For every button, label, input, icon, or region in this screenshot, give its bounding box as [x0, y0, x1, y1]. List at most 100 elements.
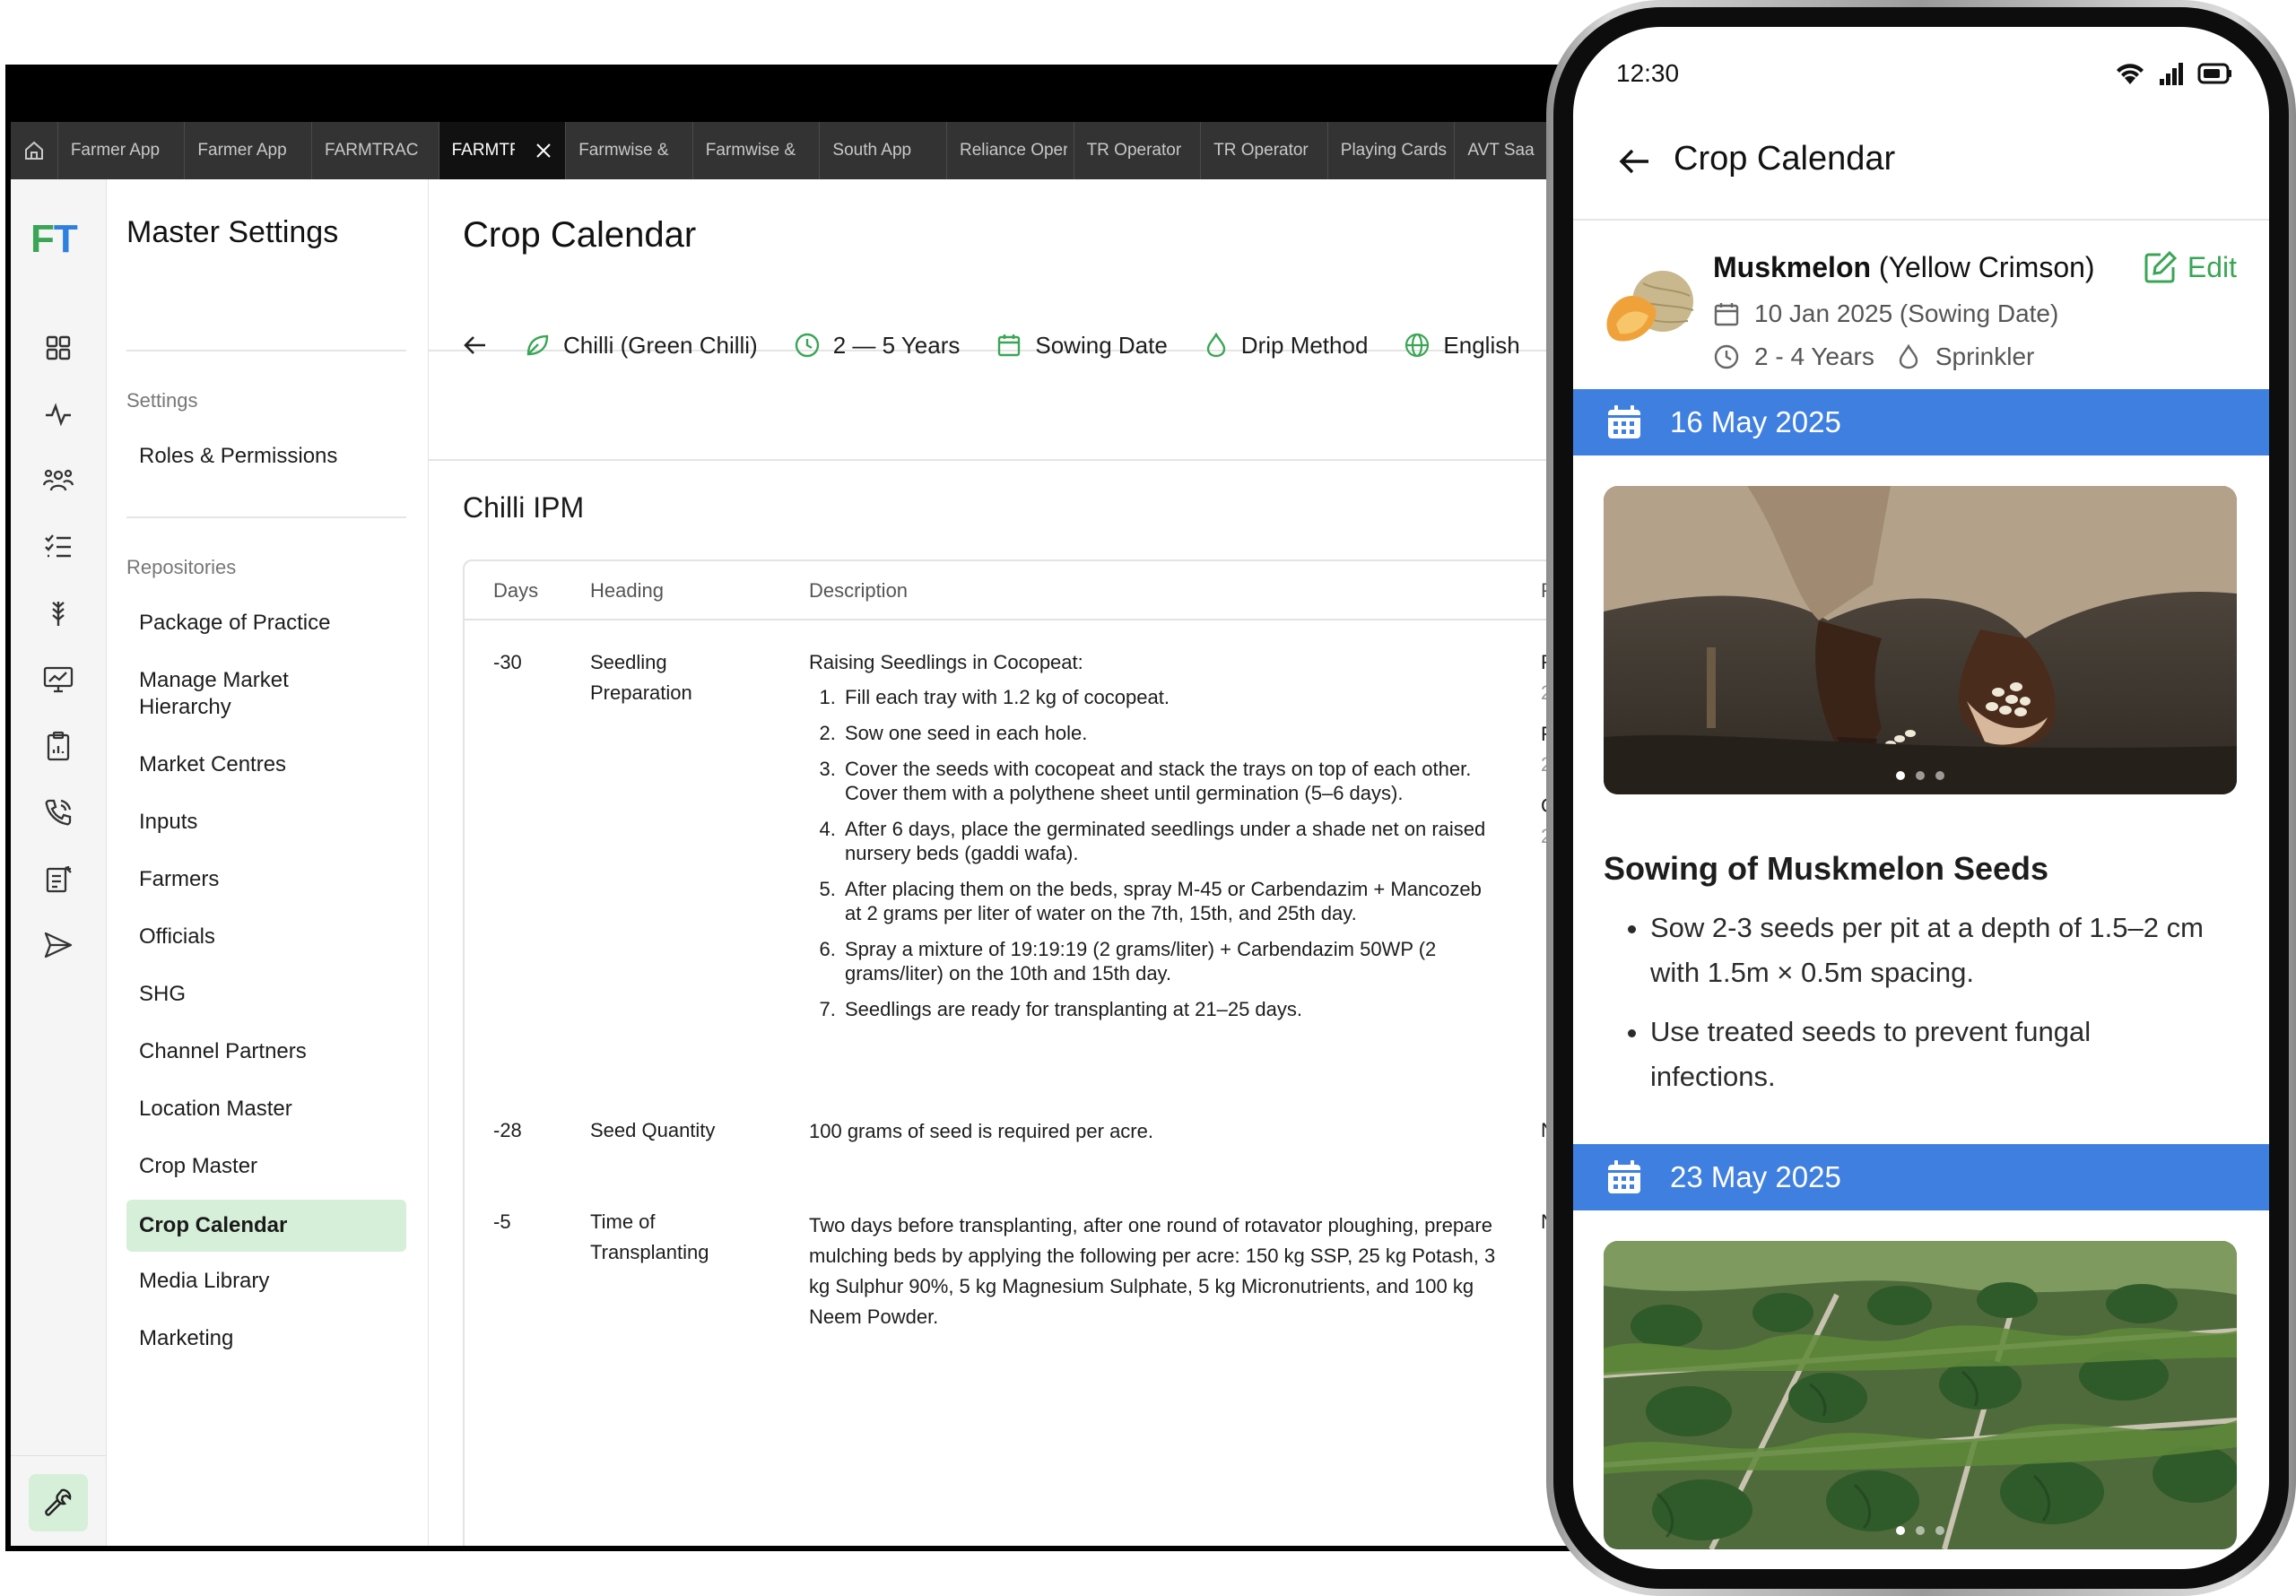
- crop-variety: (Yellow Crimson): [1878, 251, 2095, 283]
- tab-label: South App: [832, 141, 912, 160]
- timeline-date-bar: 23 May 2025: [1573, 1144, 2269, 1210]
- grid-icon: [46, 335, 71, 360]
- sidebar-item-media-library[interactable]: Media Library: [126, 1268, 406, 1295]
- filter-bar: Chilli (Green Chilli) 2 — 5 Years Sowing…: [461, 323, 1556, 368]
- sidebar-item-manage-market-hierarchy[interactable]: Manage Market Hierarchy: [126, 667, 315, 721]
- activity-photo-carousel[interactable]: [1604, 486, 2237, 794]
- sidebar-item-officials[interactable]: Officials: [126, 924, 406, 950]
- crop-filter-label: Chilli (Green Chilli): [563, 331, 758, 359]
- sidebar-item-market-centres[interactable]: Market Centres: [126, 751, 406, 778]
- checklist-icon: [45, 534, 71, 558]
- duration-filter[interactable]: 2 — 5 Years: [794, 332, 960, 360]
- divider: [126, 350, 406, 351]
- page-title: Crop Calendar: [463, 215, 697, 255]
- edit-label: Edit: [2187, 250, 2237, 283]
- timeline-date-bar: 16 May 2025: [1573, 389, 2269, 455]
- activity-icon: [46, 403, 71, 427]
- nav-activity[interactable]: [40, 396, 76, 432]
- browser-tab[interactable]: FARMTRAC: [312, 122, 439, 179]
- step-item: After placing them on the beds, spray M-…: [841, 877, 1500, 925]
- browser-tab[interactable]: TR Operator: [1201, 122, 1328, 179]
- nav-users[interactable]: [40, 463, 76, 499]
- tab-label: Farmer App: [70, 141, 161, 160]
- tab-label: Reliance Operator: [959, 141, 1067, 160]
- activity-title: Sowing of Muskmelon Seeds: [1604, 850, 2049, 887]
- carousel-dot[interactable]: [1935, 771, 1944, 780]
- tab-label: FARMTRAC: [451, 141, 515, 160]
- calendar-icon: [1714, 303, 1739, 326]
- nav-crops[interactable]: [40, 595, 76, 631]
- edit-button[interactable]: Edit: [2143, 249, 2237, 285]
- sidebar-item-crop-calendar[interactable]: Crop Calendar: [126, 1200, 406, 1252]
- sidebar-item-inputs[interactable]: Inputs: [126, 809, 406, 836]
- nav-messages[interactable]: [40, 927, 76, 963]
- crop-name-bold: Muskmelon: [1713, 251, 1872, 283]
- clock-icon: [1714, 344, 1739, 369]
- back-arrow-icon[interactable]: [1614, 142, 1654, 181]
- row-heading: Seed Quantity: [590, 1119, 716, 1141]
- nav-calls[interactable]: [40, 794, 76, 830]
- tab-label: AVT Saa: [1467, 141, 1535, 160]
- browser-tab[interactable]: Farmwise &: [566, 122, 693, 179]
- browser-tab[interactable]: South App: [820, 122, 947, 179]
- sidebar-item-farmers[interactable]: Farmers: [126, 866, 406, 893]
- sidebar-item-package-of-practice[interactable]: Package of Practice: [126, 610, 406, 637]
- carousel-dot[interactable]: [1896, 1526, 1905, 1535]
- sidebar-item-crop-master[interactable]: Crop Master: [126, 1153, 406, 1180]
- step-list: Fill each tray with 1.2 kg of cocopeat. …: [809, 685, 1500, 1021]
- carousel-dot[interactable]: [1916, 771, 1925, 780]
- close-icon[interactable]: [535, 142, 552, 160]
- table-header: Days Heading Description Pr: [465, 561, 1582, 620]
- browser-tab[interactable]: Reliance Operator: [947, 122, 1074, 179]
- step-item: Sow one seed in each hole.: [841, 721, 1500, 745]
- calendar-grid-icon: [1608, 1160, 1640, 1193]
- carousel-dot[interactable]: [1916, 1526, 1925, 1535]
- activity-photo-carousel[interactable]: [1604, 1241, 2237, 1549]
- sidebar-item-shg[interactable]: SHG: [126, 981, 406, 1008]
- back-arrow-icon[interactable]: [461, 331, 490, 360]
- tab-label: Farmwise &: [705, 141, 796, 160]
- browser-tab[interactable]: Farmwise &: [693, 122, 821, 179]
- nav-dashboard[interactable]: [40, 330, 76, 366]
- home-tab[interactable]: [11, 122, 58, 179]
- sidebar-item-channel-partners[interactable]: Channel Partners: [126, 1038, 406, 1065]
- calendar-icon: [998, 334, 1021, 357]
- duration-irrigation-meta: 2 - 4 Years Sprinkler: [1713, 343, 2034, 371]
- section-label-repositories: Repositories: [126, 556, 237, 578]
- crop-filter[interactable]: Chilli (Green Chilli): [524, 332, 758, 360]
- browser-tab[interactable]: Playing Cards: [1328, 122, 1456, 179]
- sidebar-item-location-master[interactable]: Location Master: [126, 1096, 406, 1123]
- browser-tab[interactable]: TR Operator: [1074, 122, 1202, 179]
- browser-tab-active[interactable]: FARMTRAC: [439, 122, 567, 179]
- section-label-settings: Settings: [126, 389, 198, 412]
- rail-bottom: [11, 1455, 106, 1546]
- sidebar-item-roles-permissions[interactable]: Roles & Permissions: [126, 443, 406, 470]
- wrench-icon: [45, 1488, 72, 1516]
- nav-analytics[interactable]: [40, 662, 76, 698]
- step-item: Cover the seeds with cocopeat and stack …: [841, 757, 1500, 805]
- sidebar-item-marketing[interactable]: Marketing: [126, 1325, 406, 1352]
- battery-icon: [2197, 63, 2231, 84]
- nav-reports[interactable]: [40, 861, 76, 897]
- step-item: Seedlings are ready for transplanting at…: [841, 997, 1500, 1021]
- column-header-description: Description: [809, 579, 909, 602]
- language-filter[interactable]: English: [1404, 332, 1520, 360]
- divider: [429, 459, 1582, 461]
- water-drop-icon: [1206, 332, 1225, 358]
- carousel-dot[interactable]: [1935, 1526, 1944, 1535]
- timeline-date: 16 May 2025: [1670, 405, 1841, 438]
- settings-tool-button[interactable]: [29, 1474, 88, 1531]
- browser-tab[interactable]: Farmer App: [185, 122, 313, 179]
- carousel-dot[interactable]: [1896, 771, 1905, 780]
- row-description: 100 grams of seed is required per acre.: [809, 1120, 1153, 1142]
- signal-icon: [2160, 63, 2183, 85]
- sidebar-title: Master Settings: [126, 215, 339, 249]
- nav-tasks[interactable]: [40, 529, 76, 565]
- nav-records[interactable]: [40, 728, 76, 764]
- browser-tab[interactable]: Farmer App: [58, 122, 186, 179]
- app-logo[interactable]: FT: [30, 217, 78, 262]
- reference-date-filter[interactable]: Sowing Date: [996, 332, 1168, 360]
- step-item: After 6 days, place the germinated seedl…: [841, 817, 1500, 865]
- clock-icon: [795, 333, 819, 358]
- irrigation-filter[interactable]: Drip Method: [1204, 332, 1368, 360]
